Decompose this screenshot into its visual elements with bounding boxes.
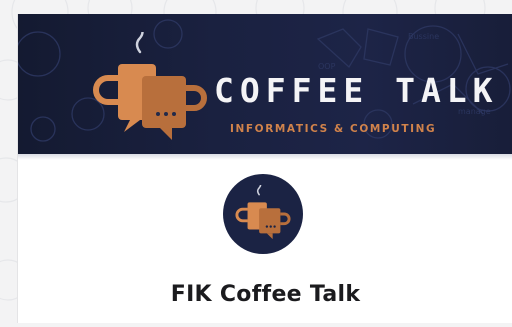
coffee-talk-avatar-icon [235, 185, 291, 240]
profile-card: OOP Bussine manage COFFEE TALK INFORMATI… [17, 14, 512, 323]
profile-avatar[interactable] [223, 174, 303, 254]
banner-title: COFFEE TALK [214, 71, 499, 110]
svg-text:OOP: OOP [318, 62, 336, 71]
profile-name: FIK Coffee Talk [170, 282, 361, 307]
svg-text:Bussine: Bussine [408, 32, 439, 41]
banner-divider [18, 154, 512, 160]
cover-banner: OOP Bussine manage COFFEE TALK INFORMATI… [18, 14, 512, 154]
banner-subtitle: INFORMATICS & COMPUTING [230, 123, 437, 135]
coffee-talk-logo-icon [93, 32, 207, 140]
